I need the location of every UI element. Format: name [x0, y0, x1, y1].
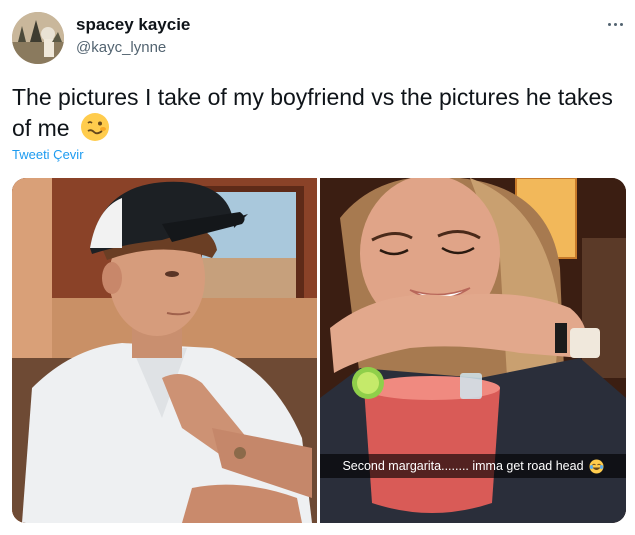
tweet-text: The pictures I take of my boyfriend vs t… — [12, 82, 622, 149]
user-handle[interactable]: @kayc_lynne — [76, 39, 166, 56]
translate-tweet-link[interactable]: Tweeti Çevir — [12, 147, 84, 162]
tweet-card: spacey kaycie @kayc_lynne The pictures I… — [0, 0, 635, 535]
tweet-media[interactable]: Second margarita........ imma get road h… — [12, 178, 626, 523]
snapchat-caption: Second margarita........ imma get road h… — [320, 454, 626, 478]
caption-text: Second margarita........ imma get road h… — [342, 459, 584, 473]
woozy-face-emoji-icon — [80, 112, 110, 149]
laughing-face-emoji-icon — [589, 459, 604, 474]
photo-boyfriend[interactable] — [12, 178, 317, 523]
display-name[interactable]: spacey kaycie — [76, 15, 190, 35]
avatar[interactable] — [12, 12, 64, 64]
photo-girlfriend[interactable]: Second margarita........ imma get road h… — [320, 178, 626, 523]
more-options-icon[interactable] — [600, 12, 630, 36]
